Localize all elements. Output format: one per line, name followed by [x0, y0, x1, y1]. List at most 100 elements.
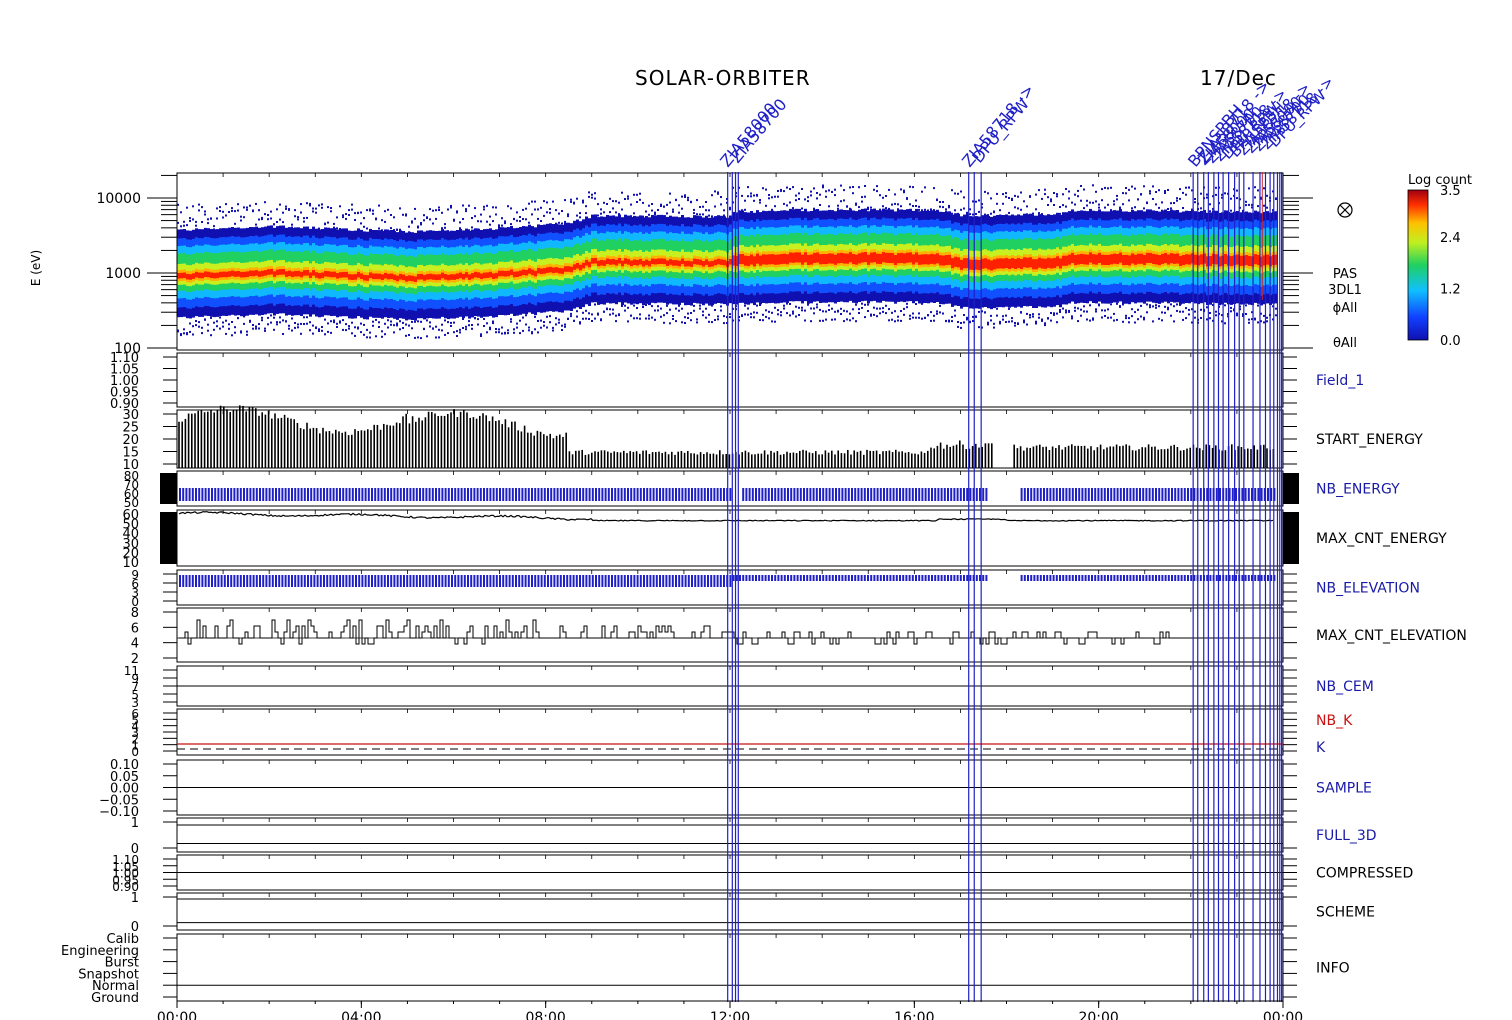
spectrogram-speck	[618, 201, 620, 204]
nb-energy-mark	[441, 488, 444, 501]
spectrogram-speck	[447, 230, 449, 233]
spectrogram-speck	[933, 314, 935, 317]
spectrogram-speck	[1014, 206, 1016, 209]
spectrogram-speck	[687, 199, 689, 202]
spectrogram-speck	[807, 200, 809, 203]
spectrogram-speck	[1020, 208, 1022, 211]
spectrogram-speck	[528, 329, 530, 332]
spectrogram-speck	[282, 211, 284, 214]
spectrogram-band	[393, 274, 396, 281]
spectrogram-band	[870, 252, 873, 263]
spectrogram-speck	[582, 199, 584, 202]
spectrogram-speck	[861, 200, 863, 203]
spectrogram-speck	[1170, 202, 1172, 205]
spectrogram-speck	[603, 211, 605, 214]
spectrogram-speck	[771, 208, 773, 211]
nb-energy-mark	[662, 488, 665, 501]
spectrogram-band	[873, 252, 876, 263]
spectrogram-band	[765, 254, 768, 265]
spectrogram-speck	[582, 311, 584, 314]
spectrogram-speck	[1188, 308, 1190, 311]
spectrogram-speck	[645, 210, 647, 213]
spectrogram-speck	[270, 217, 272, 220]
spectrogram-speck	[978, 199, 980, 202]
spectrogram-band	[384, 272, 387, 279]
spectrogram-speck	[1029, 314, 1031, 316]
spectrogram-speck	[993, 211, 995, 214]
spectrogram-band	[528, 268, 531, 274]
spectrogram-speck	[558, 221, 560, 224]
spectrogram-speck	[750, 192, 752, 195]
panel-frame	[176, 933, 1284, 1002]
spectrogram-band	[942, 255, 945, 266]
nb-energy-mark	[527, 488, 530, 501]
spectrogram-band	[1038, 257, 1041, 268]
spectrogram-speck	[288, 327, 290, 330]
spectrogram-speck	[444, 319, 446, 322]
spectrogram-speck	[549, 321, 551, 324]
nb-energy-mark	[934, 488, 937, 501]
spectrogram-speck	[750, 195, 752, 198]
spectrogram-speck	[861, 302, 863, 305]
nb-energy-mark	[671, 488, 674, 501]
spectrogram-speck	[960, 190, 962, 193]
nb-energy-mark	[1123, 488, 1125, 501]
spectrogram-speck	[504, 332, 506, 335]
spectrogram-speck	[1245, 204, 1247, 207]
spectrogram-band	[843, 253, 846, 264]
spectrogram-speck	[276, 323, 278, 326]
spectrogram-speck	[264, 329, 266, 332]
spectrogram-speck	[627, 320, 629, 323]
spectrogram-speck	[1080, 314, 1082, 317]
spectrogram-speck	[1206, 196, 1208, 199]
spectrogram-speck	[198, 325, 200, 328]
nb-energy-mark	[297, 488, 300, 501]
spectrogram-speck	[387, 319, 389, 322]
spectrogram-band	[561, 268, 564, 274]
spectrogram-speck	[288, 324, 290, 327]
spectrogram-speck	[504, 222, 506, 225]
spectrogram-speck	[180, 211, 182, 214]
nb-energy-mark	[799, 488, 802, 501]
spectrogram-speck	[585, 212, 587, 215]
spectrogram-speck	[1098, 206, 1100, 209]
spectrogram-speck	[228, 327, 230, 330]
spectrogram-band	[192, 273, 195, 279]
panel-label: NB_ELEVATION	[1316, 581, 1420, 597]
spectrogram-band	[1035, 259, 1038, 270]
spectrogram-band	[1095, 254, 1098, 265]
spectrogram-speck	[330, 207, 332, 209]
spectrogram-speck	[201, 206, 203, 209]
spectrogram-speck	[1062, 316, 1064, 319]
spectrogram-speck	[252, 324, 254, 326]
spectrogram-speck	[675, 198, 677, 201]
spectrogram-speck	[516, 322, 518, 325]
spectrogram-speck	[252, 209, 254, 212]
spectrogram-speck	[609, 211, 611, 214]
spectrogram-speck	[585, 317, 587, 320]
spectrogram-speck	[378, 326, 380, 328]
nb-energy-mark	[211, 488, 213, 501]
spectrogram-speck	[603, 201, 605, 204]
spectrogram-speck	[300, 332, 302, 335]
nb-energy-mark	[694, 488, 697, 501]
spectrogram-band	[1137, 253, 1140, 264]
nb-energy-mark	[937, 488, 940, 501]
nb-energy-mark	[742, 488, 745, 501]
nb-energy-mark	[492, 488, 495, 501]
nb-energy-mark	[390, 488, 393, 501]
spectrogram-speck	[780, 189, 782, 192]
spectrogram-speck	[345, 217, 347, 220]
panel-label: NB_ENERGY	[1316, 482, 1400, 498]
spectrogram-speck	[765, 188, 767, 191]
spectrogram-band	[999, 258, 1002, 269]
spectrogram-speck	[906, 306, 908, 309]
spectrogram-band	[1101, 254, 1104, 265]
spectrogram-speck	[525, 314, 527, 317]
spectrogram-band	[951, 258, 954, 269]
spectrogram-band	[183, 272, 186, 279]
spectrogram-band	[342, 271, 345, 278]
spectrogram-speck	[354, 334, 356, 337]
spectrogram-band	[600, 259, 603, 266]
spectrogram-speck	[327, 206, 329, 209]
